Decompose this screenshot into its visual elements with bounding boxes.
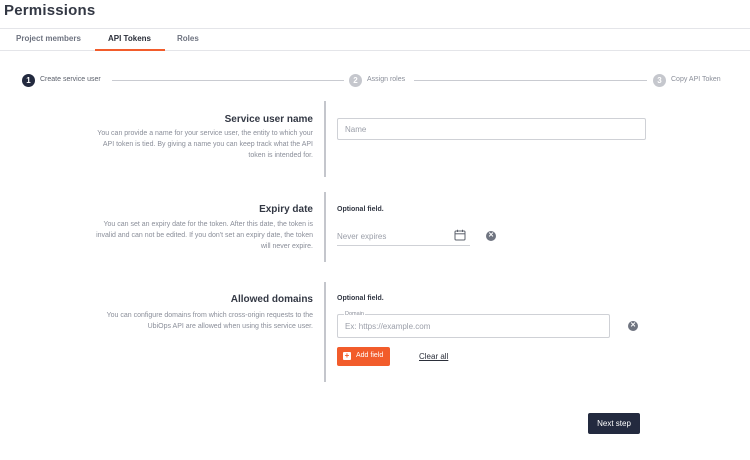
expiry-description: You can set an expiry date for the token…: [96, 221, 313, 250]
step-2-label: Assign roles: [367, 76, 406, 83]
domains-optional-label: Optional field.: [337, 295, 384, 302]
page-title: Permissions: [4, 2, 96, 19]
domain-field-label: Domain: [344, 311, 365, 317]
tab-project-members[interactable]: Project members: [16, 34, 81, 43]
service-user-title: Service user name: [224, 114, 313, 125]
step-2-circle: 2: [349, 74, 362, 87]
section-divider-domains: [324, 282, 326, 382]
active-tab-underline: [95, 49, 165, 51]
service-user-description: You can provide a name for your service …: [97, 130, 313, 159]
domain-clear-icon[interactable]: ✕: [628, 321, 638, 331]
step-1-label: Create service user: [40, 76, 101, 83]
add-field-label: Add field: [356, 352, 384, 359]
section-divider-service-user: [324, 101, 326, 177]
calendar-icon[interactable]: [454, 229, 466, 241]
expiry-placeholder: Never expires: [337, 232, 387, 241]
expiry-clear-icon[interactable]: ✕: [486, 231, 496, 241]
section-divider-expiry: [324, 192, 326, 262]
step-3-label: Copy API Token: [671, 76, 721, 83]
expiry-optional-label: Optional field.: [337, 206, 384, 213]
step-line-2: [414, 80, 647, 81]
step-line-1: [112, 80, 344, 81]
name-placeholder: Name: [345, 125, 367, 134]
domains-title: Allowed domains: [230, 294, 313, 305]
service-user-name-input[interactable]: Name: [337, 118, 646, 140]
domain-input[interactable]: Domain Ex: https://example.com: [337, 311, 610, 338]
next-step-button[interactable]: Next step: [588, 413, 640, 434]
tab-bar: Project members API Tokens Roles: [0, 29, 750, 51]
expiry-title: Expiry date: [259, 204, 313, 215]
step-1-circle: 1: [22, 74, 35, 87]
tab-api-tokens[interactable]: API Tokens: [108, 34, 151, 43]
expiry-date-input[interactable]: Never expires: [337, 228, 470, 246]
stepper: 1 Create service user 2 Assign roles 3 C…: [0, 74, 750, 90]
step-3-circle: 3: [653, 74, 666, 87]
tab-roles[interactable]: Roles: [177, 34, 199, 43]
domain-placeholder: Ex: https://example.com: [345, 322, 431, 331]
plus-icon: +: [343, 351, 351, 360]
domains-description: You can configure domains from which cro…: [106, 312, 313, 330]
clear-all-link[interactable]: Clear all: [419, 352, 448, 361]
add-field-button[interactable]: + Add field: [337, 347, 390, 366]
